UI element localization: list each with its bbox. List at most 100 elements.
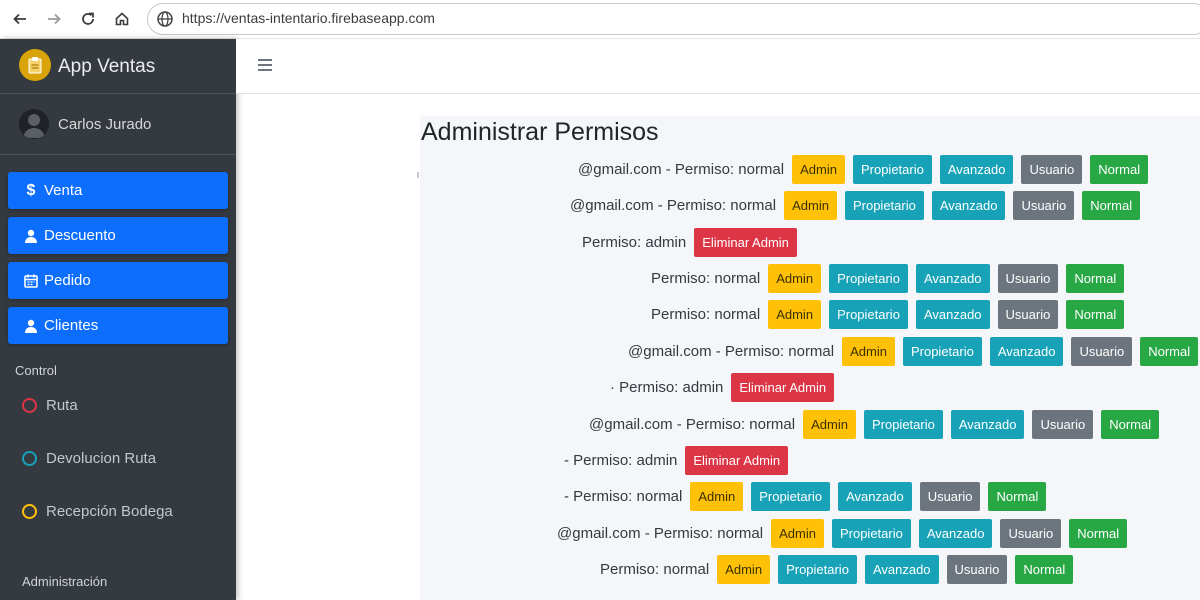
dollar-icon: $ [26,181,36,199]
menu-item-label: Clientes [44,317,99,334]
user-permission-text: @gmail.com - Permiso: normal [628,343,835,360]
section-header-administracion: Administración [22,574,108,589]
site-info-icon[interactable] [156,10,174,28]
normal-button[interactable]: Normal [1066,300,1125,329]
menu-item-recepcion-bodega[interactable]: Recepción Bodega [22,503,173,520]
eliminar-admin-button[interactable]: Eliminar Admin [685,446,789,475]
circle-icon [22,504,37,519]
clipboard-logo-icon [19,49,51,81]
user-permission-text: Permiso: normal [600,561,710,578]
menu-item-label: Pedido [44,272,91,289]
permission-row: - Permiso: normal Admin Propietario Avan… [564,482,1054,511]
propietario-button[interactable]: Propietario [852,155,932,184]
menu-item-label: Ruta [46,397,78,414]
user-permission-text: - Permiso: admin [564,452,678,469]
user-permission-text: Permiso: normal [651,306,761,323]
normal-button[interactable]: Normal [1090,155,1149,184]
menu-item-ruta[interactable]: Ruta [22,397,78,414]
calendar-icon [20,274,42,288]
permission-row: - Permiso: admin Eliminar Admin [564,446,796,475]
admin-button[interactable]: Admin [803,410,856,439]
usuario-button[interactable]: Usuario [1013,191,1075,220]
avatar [19,109,49,139]
avanzado-button[interactable]: Avanzado [864,555,939,584]
eliminar-admin-button[interactable]: Eliminar Admin [694,228,797,257]
menu-item-pedido[interactable]: Pedido [8,262,228,299]
home-icon[interactable] [109,6,135,32]
usuario-button[interactable]: Usuario [1071,337,1133,366]
user-icon [20,319,42,333]
avanzado-button[interactable]: Avanzado [915,300,990,329]
menu-item-clientes[interactable]: Clientes [8,307,228,344]
permission-row: · Permiso: admin Eliminar Admin [610,373,842,402]
menu-item-venta[interactable]: $ Venta [8,172,228,209]
avanzado-button[interactable]: Avanzado [950,410,1025,439]
normal-button[interactable]: Normal [1140,337,1199,366]
avanzado-button[interactable]: Avanzado [989,337,1064,366]
avanzado-button[interactable]: Avanzado [915,264,990,293]
user-permission-text: @gmail.com - Permiso: normal [570,197,777,214]
admin-button[interactable]: Admin [768,300,822,329]
propietario-button[interactable]: Propietario [863,410,943,439]
permission-row: Permiso: normal Admin Propietario Avanza… [600,555,1081,584]
avanzado-button[interactable]: Avanzado [939,155,1014,184]
hamburger-menu-icon[interactable] [258,59,272,74]
admin-button[interactable]: Admin [842,337,895,366]
usuario-button[interactable]: Usuario [919,482,981,511]
admin-button[interactable]: Admin [717,555,771,584]
user-panel[interactable]: Carlos Jurado [0,94,236,155]
normal-button[interactable]: Normal [1069,519,1128,548]
reload-icon[interactable] [75,6,101,32]
brand-name: App Ventas [58,56,156,77]
user-permission-text: · Permiso: admin [610,379,724,396]
normal-button[interactable]: Normal [988,482,1047,511]
usuario-button[interactable]: Usuario [997,264,1059,293]
permission-row: @gmail.com - Permiso: normal Admin Propi… [557,519,1135,548]
url-text: https://ventas-intentario.firebaseapp.co… [182,10,435,26]
menu-item-descuento[interactable]: Descuento [8,217,228,254]
usuario-button[interactable]: Usuario [997,300,1059,329]
admin-button[interactable]: Admin [792,155,845,184]
sidebar: App Ventas Carlos Jurado $ Venta Descuen… [0,39,236,600]
permission-row: @gmail.com - Permiso: normal Admin Propi… [589,410,1167,439]
permission-row: @gmail.com - Permiso: normal Admin Propi… [578,155,1156,184]
permission-row: @gmail.com - Permiso: normal Admin Propi… [628,337,1200,366]
propietario-button[interactable]: Propietario [829,264,908,293]
propietario-button[interactable]: Propietario [778,555,857,584]
forward-arrow-icon[interactable] [41,6,67,32]
avanzado-button[interactable]: Avanzado [838,482,912,511]
propietario-button[interactable]: Propietario [902,337,982,366]
normal-button[interactable]: Normal [1066,264,1125,293]
propietario-button[interactable]: Propietario [829,300,908,329]
normal-button[interactable]: Normal [1082,191,1141,220]
menu-item-label: Recepción Bodega [46,503,173,520]
usuario-button[interactable]: Usuario [1000,519,1062,548]
propietario-button[interactable]: Propietario [844,191,924,220]
propietario-button[interactable]: Propietario [751,482,831,511]
section-header-control: Control [15,363,57,378]
back-arrow-icon[interactable] [7,6,33,32]
admin-button[interactable]: Admin [784,191,837,220]
normal-button[interactable]: Normal [1015,555,1074,584]
divider [417,172,419,178]
menu-item-devolucion-ruta[interactable]: Devolucion Ruta [22,450,156,467]
avanzado-button[interactable]: Avanzado [931,191,1006,220]
permission-row: Permiso: normal Admin Propietario Avanza… [651,264,1132,293]
normal-button[interactable]: Normal [1101,410,1160,439]
menu-item-label: Devolucion Ruta [46,450,157,467]
eliminar-admin-button[interactable]: Eliminar Admin [731,373,835,402]
brand-link[interactable]: App Ventas [0,39,236,94]
usuario-button[interactable]: Usuario [1032,410,1094,439]
avanzado-button[interactable]: Avanzado [918,519,993,548]
usuario-button[interactable]: Usuario [1021,155,1083,184]
usuario-button[interactable]: Usuario [946,555,1008,584]
user-permission-text: - Permiso: normal [564,488,683,505]
permission-row: @gmail.com - Permiso: normal Admin Propi… [570,191,1148,220]
permission-row: Permiso: normal Admin Propietario Avanza… [651,300,1132,329]
address-bar[interactable]: https://ventas-intentario.firebaseapp.co… [147,3,1200,35]
menu-item-label: Venta [44,182,83,199]
admin-button[interactable]: Admin [768,264,822,293]
admin-button[interactable]: Admin [690,482,744,511]
admin-button[interactable]: Admin [771,519,824,548]
propietario-button[interactable]: Propietario [831,519,911,548]
